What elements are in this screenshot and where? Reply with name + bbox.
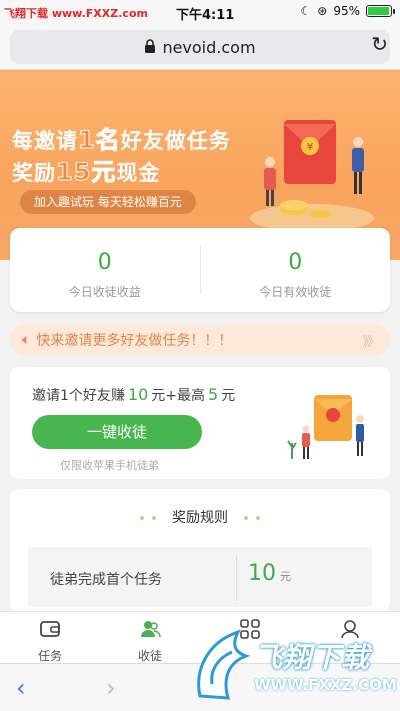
rules-title: 奖励规则 [10,507,390,527]
watermark-title: 飞翔下载 [254,641,371,674]
stat-label: 今日收徒收益 [68,285,141,299]
moon-icon: ☾ [300,4,312,18]
browser-url-bar: nevoid.com ↻ [0,24,400,70]
battery-icon [366,5,395,17]
rule-row: 徒弟完成首个任务 10 元 [28,547,372,607]
invite-button[interactable]: 一键收徒 [32,415,202,449]
watermark-logo [197,629,251,700]
tab-apprentice[interactable]: 收徒 [100,612,200,663]
watermark-text: 飞翔下载 www.FXXZ.com [4,7,148,20]
rules-card: 奖励规则 徒弟完成首个任务 10 元 [10,489,390,611]
banner-headline-2: 奖励15元现金 [12,158,161,187]
status-time: 下午4:11 [176,8,235,23]
invite-illustration [287,395,364,459]
notice-text: 快来邀请更多好友做任务！！！ [36,333,233,349]
tab-label: 任务 [37,649,62,663]
invite-card: 邀请1个好友赚 10 元+最高 5 元 一键收徒 仅限收苹果手机徒弟 [10,367,390,479]
svg-text:¥: ¥ [307,142,313,153]
banner-tagline: 加入趣试玩 每天轻松赚百元 [20,190,196,214]
orientation-lock-icon: ⊛ [317,4,328,18]
chevrons-icon: 》》 [362,334,379,350]
stat-value: 0 [288,250,303,275]
status-right: ☾ ⊛ 95% [300,4,395,18]
invite-hint: 仅限收苹果手机徒弟 [60,459,159,472]
speaker-icon: 🔈︎ [22,332,31,348]
divider [236,555,237,601]
red-envelope-illustration: ¥ [250,120,374,232]
stats-card: 0 今日收徒收益 0 今日有效收徒 [10,228,390,312]
back-icon[interactable]: ‹ [16,674,26,702]
stat-today-income: 0 今日收徒收益 [10,228,200,312]
tab-tasks[interactable]: 任务 [0,612,100,663]
status-bar: 飞翔下载 www.FXXZ.com 下午4:11 ☾ ⊛ 95% [0,0,400,24]
stat-value: 0 [97,250,112,275]
refresh-icon[interactable]: ↻ [371,32,388,56]
invite-text: 邀请1个好友赚 10 元+最高 5 元 [32,385,236,404]
watermark-url: WWW.FXXZ.COM [254,676,397,694]
tab-label: 收徒 [137,649,162,663]
wallet-icon [40,621,60,637]
rule-reward: 10 元 [248,561,291,586]
battery-percent: 95% [333,4,360,18]
banner-headline-1: 每邀请1名好友做任务 [12,126,231,155]
notice-bar[interactable]: 🔈︎ 快来邀请更多好友做任务！！！ 》》 [10,324,390,356]
watermark-overlay: 飞翔下载 WWW.FXXZ.COM [188,622,398,708]
stat-label: 今日有效收徒 [259,285,332,299]
forward-icon[interactable]: › [106,674,116,702]
lock-icon [144,38,156,57]
people-icon [141,621,161,638]
url-text: nevoid.com [162,37,256,57]
rule-task: 徒弟完成首个任务 [50,572,162,588]
stat-today-valid: 0 今日有效收徒 [201,228,391,312]
address-field[interactable]: nevoid.com [10,30,390,64]
